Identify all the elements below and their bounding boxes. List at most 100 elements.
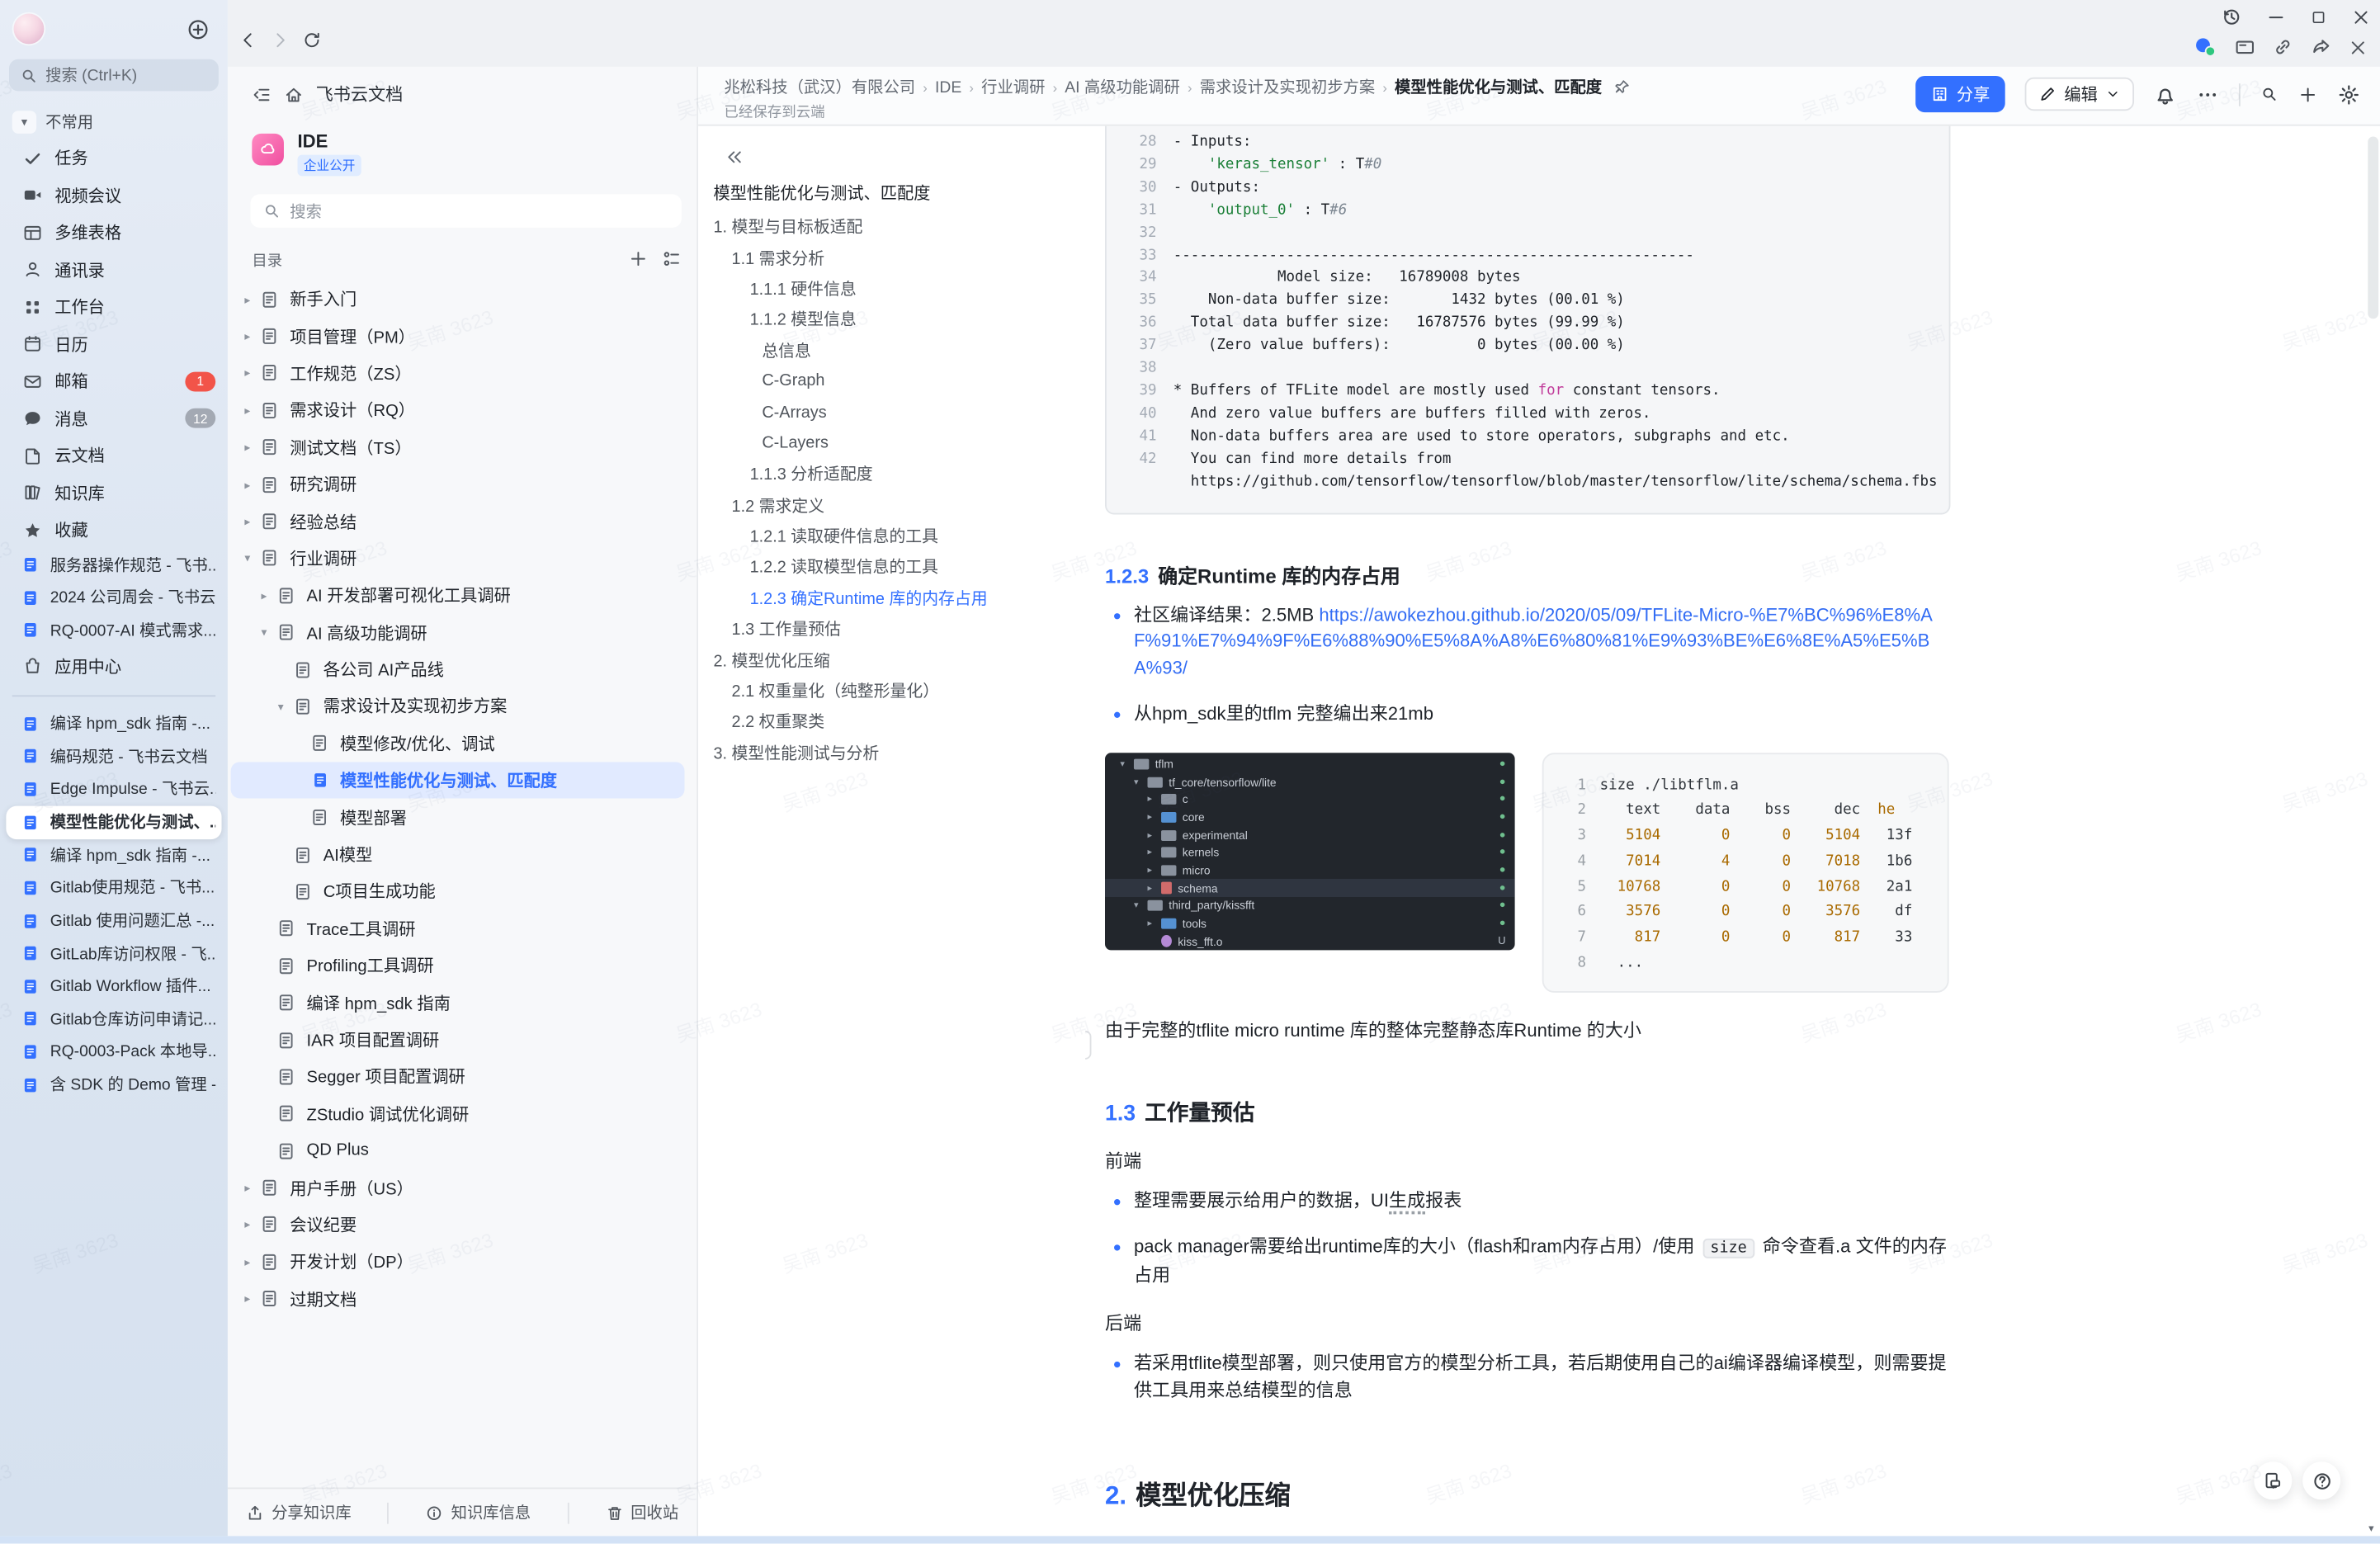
chevron-right-icon[interactable]: ▸	[240, 366, 255, 380]
chevron-right-icon[interactable]: ▸	[240, 404, 255, 418]
maximize-icon[interactable]	[2310, 8, 2326, 25]
breadcrumb-item[interactable]: AI 高级功能调研	[1065, 76, 1179, 99]
outline-item[interactable]: 1.2 需求定义	[713, 489, 1076, 521]
sidebar-item-check[interactable]: 任务	[0, 139, 228, 177]
tree-item[interactable]: ▾ AI 高级功能调研	[231, 614, 685, 651]
sidebar-doc-item[interactable]: Gitlab使用规范 - 飞书...	[0, 871, 228, 904]
settings-gear-icon[interactable]	[2338, 83, 2361, 106]
tree-item[interactable]: ▸ 测试文档（TS）	[231, 429, 685, 466]
wiki-search-input[interactable]: 搜索	[250, 194, 682, 228]
breadcrumb-item[interactable]: 模型性能优化与测试、匹配度	[1395, 76, 1602, 99]
doc-search-icon[interactable]	[2260, 85, 2278, 103]
more-actions-icon[interactable]	[2196, 83, 2219, 106]
sidebar-doc-item[interactable]: RQ-0007-AI 模式需求...	[0, 614, 228, 647]
sidebar-doc-item[interactable]: Gitlab 使用问题汇总 -...	[0, 904, 228, 937]
scrollbar-thumb[interactable]	[2368, 136, 2379, 319]
pin-icon[interactable]	[1614, 79, 1631, 96]
nav-forward-icon[interactable]	[270, 31, 290, 50]
sidebar-item-calendar[interactable]: 日历	[0, 326, 228, 363]
sidebar-group-infrequent[interactable]: ▾ 不常用	[0, 103, 228, 139]
tree-item[interactable]: ▸ 工作规范（ZS）	[231, 355, 685, 392]
caret-down-icon[interactable]: ▾	[12, 110, 37, 133]
tree-item[interactable]: Segger 项目配置调研	[231, 1058, 685, 1095]
help-button[interactable]	[2302, 1461, 2341, 1500]
sidebar-item-mail[interactable]: 邮箱 1	[0, 363, 228, 400]
sidebar-doc-item[interactable]: 编译 hpm_sdk 指南 -...	[0, 838, 228, 871]
tree-item[interactable]: ▸ 过期文档	[231, 1281, 685, 1318]
tree-item[interactable]: ▸ 需求设计（RQ）	[231, 392, 685, 429]
tree-footer-info[interactable]: 知识库信息	[425, 1501, 531, 1524]
sidebar-doc-item[interactable]: 2024 公司周会 - 飞书云...	[0, 582, 228, 615]
tree-item[interactable]: ▸ AI 开发部署可视化工具调研	[231, 577, 685, 614]
home-icon[interactable]	[284, 84, 304, 104]
tree-item[interactable]: 模型部署	[231, 799, 685, 836]
add-workspace-icon[interactable]	[187, 18, 210, 41]
tree-item[interactable]: AI模型	[231, 836, 685, 873]
collapse-outline-icon[interactable]	[724, 147, 744, 167]
sidebar-item-wiki[interactable]: 知识库	[0, 475, 228, 512]
user-avatar[interactable]	[13, 13, 45, 45]
tree-item[interactable]: 各公司 AI产品线	[231, 651, 685, 688]
sidebar-item-grid[interactable]: 工作台	[0, 288, 228, 325]
outline-item[interactable]: 1.1 需求分析	[713, 242, 1076, 273]
tree-item[interactable]: ▸ 新手入门	[231, 281, 685, 318]
tree-item[interactable]: ▸ 经验总结	[231, 503, 685, 540]
outline-item[interactable]: 1. 模型与目标板适配	[713, 211, 1076, 243]
sidebar-doc-item[interactable]: 编码规范 - 飞书云文档	[0, 739, 228, 772]
close-doc-icon[interactable]	[2348, 37, 2368, 57]
add-block-button[interactable]	[1085, 1030, 1092, 1060]
embedded-image-vscode-tree[interactable]: ▾ tflm ● ▾ tf_core/tensorflow/lite ● ▸ c ● ▸ core ●…	[1105, 752, 1515, 950]
outline-item[interactable]: 2.1 权重量化（纯整形量化）	[713, 675, 1076, 706]
tree-item[interactable]: ZStudio 调试优化调研	[231, 1095, 685, 1132]
collapse-sidebar-icon[interactable]	[252, 84, 272, 104]
feedback-button[interactable]	[2254, 1461, 2293, 1500]
forward-doc-icon[interactable]	[2310, 36, 2331, 58]
tree-item[interactable]: C项目生成功能	[231, 873, 685, 910]
breadcrumb-item[interactable]: IDE	[935, 78, 961, 97]
chevron-right-icon[interactable]: ▸	[240, 1292, 255, 1306]
minimize-icon[interactable]	[2266, 7, 2286, 26]
tree-item[interactable]: ▸ 开发计划（DP）	[231, 1244, 685, 1281]
notifications-bell-icon[interactable]	[2154, 83, 2177, 106]
global-search-input[interactable]: 搜索 (Ctrl+K)	[9, 59, 219, 92]
sidebar-doc-item[interactable]: Edge Impulse - 飞书云...	[0, 772, 228, 805]
outline-item[interactable]: 1.1.1 硬件信息	[713, 273, 1076, 305]
chevron-right-icon[interactable]: ▸	[240, 292, 255, 306]
chevron-right-icon[interactable]: ▸	[257, 588, 272, 602]
chevron-right-icon[interactable]: ▸	[240, 329, 255, 343]
embedded-image-size-output[interactable]: 1 size ./libtflm.a 2 text data bss dec he 3…	[1542, 752, 1949, 992]
outline-item[interactable]: 1.2.1 读取硬件信息的工具	[713, 521, 1076, 552]
tree-item[interactable]: ▸ 研究调研	[231, 466, 685, 503]
sidebar-doc-item[interactable]: GitLab库访问权限 - 飞...	[0, 937, 228, 970]
sidebar-item-clouddoc[interactable]: 云文档	[0, 437, 228, 475]
outline-item[interactable]: 1.1.2 模型信息	[713, 304, 1076, 335]
tree-item[interactable]: ▸ 会议纪要	[231, 1206, 685, 1244]
sidebar-doc-item[interactable]: 服务器操作规范 - 飞书...	[0, 549, 228, 582]
sidebar-item-message[interactable]: 消息 12	[0, 400, 228, 437]
chevron-right-icon[interactable]: ▸	[240, 478, 255, 492]
tree-item[interactable]: ▸ 项目管理（PM）	[231, 318, 685, 355]
outline-item[interactable]: C-Graph	[713, 366, 1076, 397]
chevron-down-icon[interactable]: ▾	[240, 551, 255, 565]
tree-item[interactable]: Profiling工具调研	[231, 947, 685, 984]
nav-refresh-icon[interactable]	[302, 31, 322, 50]
space-header[interactable]: IDE 企业公开	[228, 106, 697, 177]
tree-item[interactable]: IAR 项目配置调研	[231, 1021, 685, 1058]
copy-link-icon[interactable]	[2272, 36, 2293, 58]
outline-item[interactable]: C-Layers	[713, 427, 1076, 459]
tree-item[interactable]: 编译 hpm_sdk 指南	[231, 984, 685, 1022]
breadcrumb-item[interactable]: 行业调研	[981, 76, 1045, 99]
chevron-down-icon[interactable]: ▾	[257, 626, 272, 640]
tree-item[interactable]: QD Plus	[231, 1132, 685, 1169]
sidebar-item-video[interactable]: 视频会议	[0, 177, 228, 214]
tree-item[interactable]: ▾ 行业调研	[231, 540, 685, 577]
sidebar-doc-item[interactable]: RQ-0003-Pack 本地导...	[0, 1036, 228, 1069]
sidebar-item-app-center[interactable]: 应用中心	[0, 647, 228, 684]
tree-footer-sharenode[interactable]: 分享知识库	[246, 1501, 352, 1524]
outline-item[interactable]: 1.2.2 读取模型信息的工具	[713, 551, 1076, 583]
tree-item[interactable]: 模型修改/优化、调试	[231, 725, 685, 763]
wiki-home-label[interactable]: 飞书云文档	[316, 82, 404, 106]
tree-item[interactable]: ▾ 需求设计及实现初步方案	[231, 688, 685, 725]
outline-item[interactable]: 1.3 工作量预估	[713, 613, 1076, 645]
manage-catalog-icon[interactable]	[662, 249, 682, 269]
